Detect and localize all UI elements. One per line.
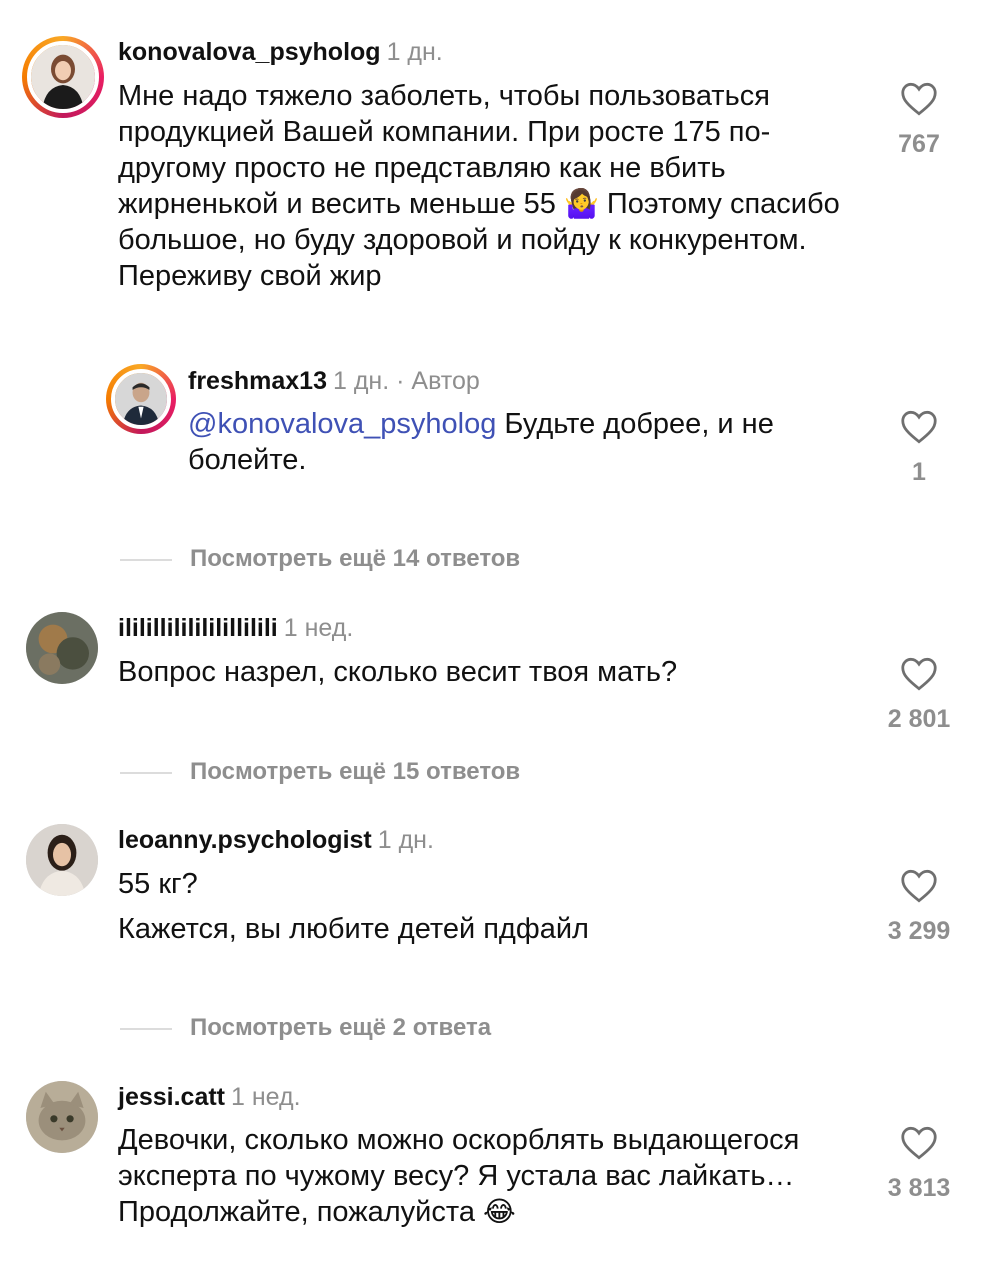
like-count: 1 <box>912 458 926 486</box>
avatar-freshmax13[interactable] <box>106 364 176 434</box>
like-group: 767 <box>874 82 964 159</box>
comment-meta: leoanny.psychologist 1 дн. <box>118 825 434 855</box>
timestamp: 1 дн. <box>386 38 443 66</box>
username[interactable]: freshmax13 <box>188 367 327 395</box>
like-count: 3 813 <box>887 1174 951 1202</box>
comment-meta: freshmax13 1 дн. · Автор <box>188 366 480 396</box>
comment-text: @konovalova_psyholog Будьте добрее, и не… <box>188 408 774 476</box>
username[interactable]: ililillililililillilili <box>118 614 278 642</box>
heart-icon[interactable] <box>900 1126 938 1160</box>
avatar-jessi[interactable] <box>26 1081 98 1153</box>
heart-icon[interactable] <box>900 869 938 903</box>
avatar-leoanny[interactable] <box>26 824 98 896</box>
user-photo-icon <box>26 612 98 684</box>
timestamp: 1 дн. <box>332 367 390 395</box>
divider-line <box>120 772 172 774</box>
comment-text-line-1: 55 кг? <box>118 868 198 900</box>
comment-text: Девочки, сколько можно оскорблять выдающ… <box>118 1124 800 1228</box>
comment-meta: konovalova_psyholog 1 дн. <box>118 37 443 67</box>
comment-text: Вопрос назрел, сколько весит твоя мать? <box>118 656 678 688</box>
view-more-replies-button[interactable]: Посмотреть ещё 15 ответов <box>190 758 520 786</box>
author-label: · Автор <box>389 367 480 395</box>
heart-icon[interactable] <box>900 82 938 116</box>
comment-meta: jessi.catt 1 нед. <box>118 1082 301 1112</box>
avatar-ilili[interactable] <box>26 612 98 684</box>
divider-line <box>120 1028 172 1030</box>
user-photo-icon <box>26 824 98 896</box>
user-photo-icon <box>115 373 167 425</box>
mention-link[interactable]: @konovalova_psyholog <box>188 408 496 440</box>
timestamp: 1 нед. <box>231 1083 301 1111</box>
username[interactable]: leoanny.psychologist <box>118 826 372 854</box>
username[interactable]: jessi.catt <box>118 1083 225 1111</box>
comment-text: Мне надо тяжело заболеть, чтобы пользова… <box>118 80 840 292</box>
like-group: 1 <box>874 410 964 487</box>
username[interactable]: konovalova_psyholog <box>118 38 381 66</box>
timestamp: 1 дн. <box>377 826 434 854</box>
like-count: 3 299 <box>887 917 951 945</box>
like-group: 3 299 <box>874 869 964 946</box>
divider-line <box>120 559 172 561</box>
user-photo-icon <box>31 45 95 109</box>
laughing-emoji: 😂 <box>483 1196 516 1227</box>
view-more-replies-button[interactable]: Посмотреть ещё 2 ответа <box>190 1014 491 1042</box>
heart-icon[interactable] <box>900 410 938 444</box>
like-count: 2 801 <box>887 705 951 733</box>
view-more-replies-button[interactable]: Посмотреть ещё 14 ответов <box>190 545 520 573</box>
heart-icon[interactable] <box>900 657 938 691</box>
like-count: 767 <box>898 130 940 158</box>
timestamp: 1 нед. <box>283 614 354 642</box>
comment-meta: ililillililililillilili 1 нед. <box>118 613 353 643</box>
shrug-emoji: 🤷‍♀️ <box>563 188 599 219</box>
like-group: 2 801 <box>874 657 964 734</box>
avatar-konovalova[interactable] <box>22 36 104 118</box>
comment-text-line-2: Кажется, вы любите детей пдфайл <box>118 913 589 945</box>
user-photo-icon <box>26 1081 98 1153</box>
like-group: 3 813 <box>874 1126 964 1203</box>
